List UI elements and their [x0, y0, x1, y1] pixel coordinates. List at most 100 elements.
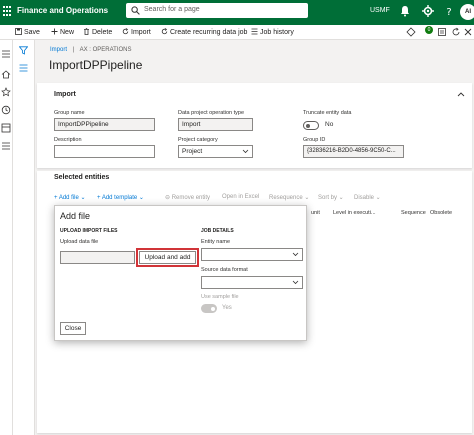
plus-icon: [51, 28, 58, 35]
data-project-op-field[interactable]: Import: [178, 118, 253, 131]
use-sample-value: Yes: [222, 305, 232, 311]
chevron-down-icon: [242, 149, 249, 154]
gear-icon[interactable]: [421, 4, 435, 18]
entity-name-select[interactable]: [201, 248, 303, 261]
app-launcher-icon[interactable]: [2, 5, 12, 17]
breadcrumb-import-link[interactable]: Import: [50, 47, 67, 53]
group-id-field[interactable]: {32836216-B2D0-4856-9C50-C...: [303, 145, 404, 158]
search-input[interactable]: Search for a page: [126, 3, 308, 18]
search-placeholder: Search for a page: [144, 6, 200, 13]
search-icon: [131, 6, 140, 15]
avatar[interactable]: AI: [460, 4, 474, 20]
dialog-title: Add file: [60, 211, 91, 221]
source-format-select[interactable]: [201, 276, 303, 289]
import-button[interactable]: Import: [122, 28, 151, 36]
chevron-up-icon[interactable]: [457, 92, 465, 97]
use-sample-label: Use sample file: [201, 294, 239, 300]
upload-section-title: UPLOAD IMPORT FILES: [60, 228, 118, 234]
data-project-op-label: Data project operation type: [178, 110, 245, 116]
help-icon[interactable]: ?: [442, 4, 456, 18]
close-icon[interactable]: [463, 27, 473, 37]
project-category-select[interactable]: Project: [178, 145, 253, 158]
disable-button[interactable]: Disable ⌄: [354, 194, 381, 201]
hamburger-icon[interactable]: [1, 50, 11, 58]
project-category-value: Project: [182, 148, 203, 155]
filter-icon[interactable]: [19, 46, 28, 55]
breadcrumb: Import | AX : OPERATIONS: [50, 47, 132, 53]
selected-entities-title[interactable]: Selected entities: [54, 174, 109, 181]
refresh-icon: [122, 28, 129, 35]
project-category-label: Project category: [178, 137, 218, 143]
truncate-value: No: [325, 121, 334, 128]
filter-pane: [13, 40, 35, 435]
upload-data-file-field[interactable]: [60, 251, 135, 264]
description-field[interactable]: [54, 145, 155, 158]
column-header[interactable]: Level in executi...: [333, 210, 376, 216]
open-in-excel-label: Open in Excel: [222, 194, 260, 200]
svg-text:?: ?: [446, 7, 451, 18]
upload-and-add-button[interactable]: Upload and add: [139, 251, 196, 264]
new-label: New: [60, 29, 75, 36]
action-bar: Save New Delete Import Create recurring …: [0, 25, 474, 40]
page-title: ImportDPPipeline: [49, 58, 143, 72]
chevron-down-icon: [292, 252, 299, 257]
office-icon[interactable]: [437, 27, 447, 37]
use-sample-toggle[interactable]: [201, 304, 217, 313]
add-template-button[interactable]: + Add template ⌄: [97, 194, 144, 201]
resequence-button[interactable]: Resequence ⌄: [269, 194, 309, 201]
sort-by-label: Sort by: [318, 195, 338, 201]
clock-icon[interactable]: [1, 105, 11, 115]
close-button[interactable]: Close: [60, 322, 86, 335]
recurring-icon: [161, 28, 168, 35]
open-in-excel-button[interactable]: Open in Excel: [222, 194, 259, 200]
column-header[interactable]: Sequence: [401, 210, 426, 216]
disable-label: Disable: [354, 195, 375, 201]
group-name-field[interactable]: ImportDPPipeline: [54, 118, 155, 131]
bell-icon[interactable]: [398, 4, 412, 18]
refresh-page-icon[interactable]: [451, 27, 461, 37]
app-title: Finance and Operations: [17, 6, 109, 15]
delete-button[interactable]: Delete: [83, 28, 112, 36]
list-view-icon[interactable]: [19, 64, 28, 72]
entity-name-label: Entity name: [201, 239, 231, 245]
group-name-label: Group name: [54, 110, 85, 116]
import-label: Import: [131, 29, 151, 36]
diamond-icon[interactable]: [406, 27, 416, 37]
workspaces-icon[interactable]: [1, 123, 11, 133]
star-icon[interactable]: [1, 87, 11, 97]
remove-entity-button[interactable]: ⊖ Remove entity: [165, 194, 210, 201]
list-icon: [251, 28, 258, 35]
save-label: Save: [24, 29, 40, 36]
description-label: Description: [54, 137, 82, 143]
column-header[interactable]: unit: [311, 210, 320, 216]
delete-label: Delete: [92, 29, 113, 36]
truncate-label: Truncate entity data: [303, 110, 352, 116]
add-template-label: Add template: [101, 195, 138, 201]
import-section-title[interactable]: Import: [54, 91, 76, 98]
save-icon: [15, 28, 22, 35]
resequence-label: Resequence: [269, 195, 303, 201]
new-button[interactable]: New: [51, 28, 74, 36]
upload-data-file-label: Upload data file: [60, 239, 99, 245]
sort-by-button[interactable]: Sort by ⌄: [318, 194, 344, 201]
breadcrumb-separator: |: [72, 47, 75, 53]
breadcrumb-context: AX : OPERATIONS: [79, 47, 132, 53]
import-card: Import Group name ImportDPPipeline Data …: [37, 83, 472, 168]
group-id-label: Group ID: [303, 137, 326, 143]
modules-icon[interactable]: [1, 141, 11, 151]
top-bar: Finance and Operations Search for a page…: [0, 0, 474, 25]
create-recurring-button[interactable]: Create recurring data job: [161, 28, 247, 36]
save-button[interactable]: Save: [15, 28, 40, 36]
job-history-button[interactable]: Job history: [251, 28, 294, 36]
remove-entity-label: Remove entity: [171, 195, 211, 201]
chevron-down-icon: [292, 280, 299, 285]
add-file-button[interactable]: + Add file ⌄: [54, 194, 86, 201]
job-history-label: Job history: [260, 29, 294, 36]
source-format-label: Source data format: [201, 267, 248, 273]
notification-badge: 0: [425, 26, 433, 34]
company-selector[interactable]: USMF: [370, 7, 390, 14]
home-icon[interactable]: [1, 70, 11, 79]
truncate-toggle[interactable]: [303, 121, 319, 130]
add-file-dialog: Add file UPLOAD IMPORT FILES Upload data…: [54, 205, 307, 341]
column-header[interactable]: Obsolete: [430, 210, 452, 216]
